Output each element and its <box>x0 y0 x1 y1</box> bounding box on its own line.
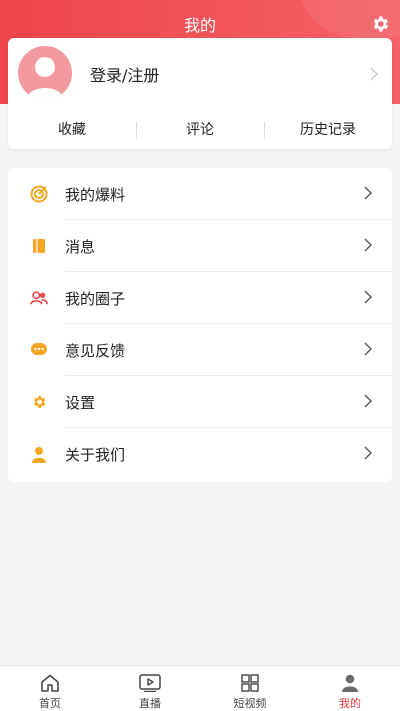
menu-item-settings[interactable]: 设置 <box>8 376 392 428</box>
login-register-label: 登录/注册 <box>90 66 160 85</box>
nav-item-short-video[interactable]: 短视频 <box>200 666 300 711</box>
menu-item-feedback[interactable]: 意见反馈 <box>8 324 392 376</box>
menu-item-label: 设置 <box>65 393 96 412</box>
chevron-right-icon <box>370 66 378 85</box>
gear-icon <box>30 393 48 411</box>
chevron-right-icon <box>364 341 372 360</box>
avatar-placeholder-icon <box>26 57 64 100</box>
login-row[interactable]: 登录/注册 <box>8 38 392 108</box>
menu-item-about-us[interactable]: 关于我们 <box>8 428 392 480</box>
settings-button[interactable] <box>370 14 390 34</box>
menu-card: 我的爆料 消息 我的圈子 意见反馈 设置 关于我们 <box>8 168 392 482</box>
nav-label: 直播 <box>139 697 161 710</box>
gear-icon <box>373 16 388 32</box>
menu-item-label: 意见反馈 <box>65 341 126 360</box>
nav-label: 我的 <box>339 697 361 710</box>
menu-item-label: 关于我们 <box>65 445 126 464</box>
chevron-right-icon <box>364 185 372 204</box>
chat-bubble-icon <box>30 341 48 359</box>
nav-item-live[interactable]: 直播 <box>100 666 200 711</box>
nav-item-home[interactable]: 首页 <box>0 666 100 711</box>
person-icon <box>30 445 48 463</box>
menu-item-label: 我的圈子 <box>65 289 126 308</box>
bottom-nav: 首页 直播 短视频 我的 <box>0 665 400 711</box>
book-icon <box>30 237 48 255</box>
avatar <box>18 46 72 100</box>
grid-icon <box>239 673 261 692</box>
chevron-right-icon <box>364 289 372 308</box>
top-bar: 我的 <box>0 10 400 38</box>
user-icon <box>339 673 361 692</box>
menu-item-messages[interactable]: 消息 <box>8 220 392 272</box>
stat-favorites[interactable]: 收藏 <box>8 119 136 139</box>
chevron-right-icon <box>364 393 372 412</box>
stats-row: 收藏 评论 历史记录 <box>8 117 392 141</box>
menu-item-my-tips[interactable]: 我的爆料 <box>8 168 392 220</box>
target-icon <box>30 185 48 203</box>
chevron-right-icon <box>364 445 372 464</box>
menu-item-my-circles[interactable]: 我的圈子 <box>8 272 392 324</box>
profile-card: 登录/注册 收藏 评论 历史记录 <box>8 38 392 149</box>
chevron-right-icon <box>364 237 372 256</box>
menu-item-label: 消息 <box>65 237 96 256</box>
page-title: 我的 <box>183 16 216 35</box>
nav-label: 短视频 <box>233 697 267 710</box>
nav-label: 首页 <box>39 697 61 710</box>
menu-item-label: 我的爆料 <box>65 185 126 204</box>
users-icon <box>30 289 48 307</box>
home-icon <box>39 673 61 692</box>
stat-history[interactable]: 历史记录 <box>264 119 392 139</box>
play-icon <box>139 673 161 692</box>
stat-comments[interactable]: 评论 <box>136 119 264 139</box>
nav-item-mine[interactable]: 我的 <box>300 666 400 711</box>
